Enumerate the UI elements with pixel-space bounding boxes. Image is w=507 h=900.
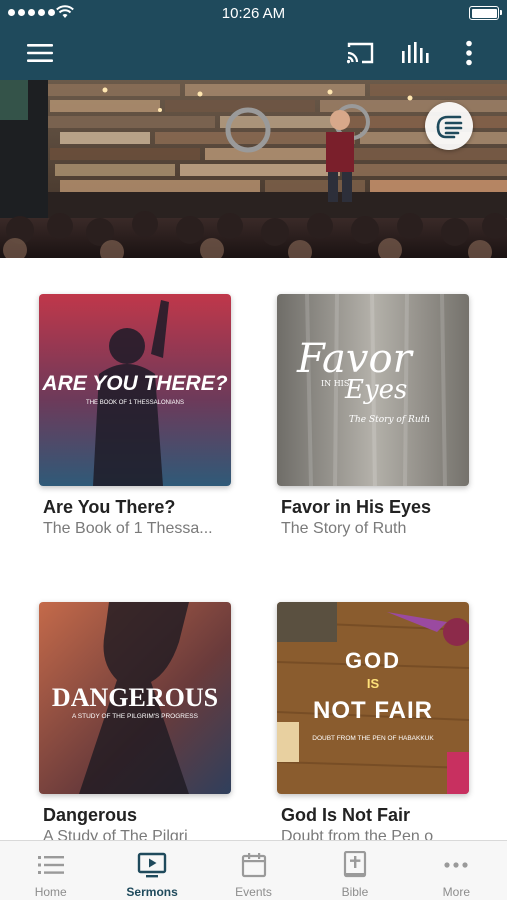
series-title: Dangerous [43, 805, 138, 825]
status-time: 10:26 AM [221, 5, 286, 22]
series-artwork: GOD IS NOT FAIR DOUBT FROM THE PEN OF HA… [277, 602, 469, 794]
status-bar: 10:26 AM [0, 0, 507, 26]
tab-sermons[interactable]: Sermons [101, 841, 202, 900]
art-subtitle: The Story of Ruth [349, 415, 430, 425]
bible-cross-icon [343, 851, 367, 878]
tv-play-icon [137, 852, 167, 878]
art-title: ARE YOU THERE? [41, 372, 227, 395]
art-subtitle: DOUBT FROM THE PEN OF HABAKKUK [312, 735, 434, 742]
horizontal-dots-icon [444, 862, 468, 868]
hand-wave-icon [436, 115, 463, 139]
tab-home[interactable]: Home [0, 841, 101, 900]
tab-label: Home [34, 885, 67, 899]
series-artwork: Favor IN HIS Eyes The Story of Ruth [277, 294, 469, 486]
audio-bars-icon [402, 42, 429, 63]
art-title: DANGEROUS [52, 683, 218, 712]
art-word-is: IS [367, 676, 380, 691]
art-title-3: Eyes [344, 375, 407, 405]
art-subtitle: THE BOOK OF 1 THESSALONIANS [86, 400, 184, 406]
tab-bar: Home Sermons Events Bible More [0, 840, 507, 900]
series-subtitle: The Book of 1 Thessa... [43, 520, 213, 537]
art-word-not-fair: NOT FAIR [313, 697, 433, 724]
top-bar: 10:26 AM [0, 0, 507, 80]
art-word-god: GOD [345, 648, 401, 673]
hand-raise-button[interactable] [425, 102, 473, 150]
series-title: Favor in His Eyes [281, 497, 432, 517]
tab-more[interactable]: More [406, 841, 507, 900]
art-subtitle: A STUDY OF THE PILGRIM'S PROGRESS [72, 713, 199, 720]
vertical-dots-icon [466, 40, 472, 66]
tab-label: Sermons [126, 885, 178, 899]
audio-button[interactable] [396, 26, 436, 80]
tab-label: Bible [341, 885, 369, 899]
tab-bible[interactable]: Bible [304, 841, 405, 900]
hamburger-menu-icon [27, 44, 53, 62]
hero-banner[interactable] [0, 80, 507, 258]
tab-events[interactable]: Events [203, 841, 304, 900]
series-artwork: ARE YOU THERE? THE BOOK OF 1 THESSALONIA… [39, 294, 231, 486]
series-title: God Is Not Fair [281, 805, 411, 825]
tab-label: Events [235, 885, 272, 899]
series-artwork: DANGEROUS A STUDY OF THE PILGRIM'S PROGR… [39, 602, 231, 794]
cast-button[interactable] [340, 26, 380, 80]
cast-icon [346, 42, 374, 64]
navigation-bar [0, 26, 507, 80]
overflow-menu-button[interactable] [452, 26, 486, 80]
calendar-icon [241, 853, 266, 878]
tab-label: More [442, 885, 470, 899]
list-icon [37, 856, 64, 874]
hero-stage-image [0, 80, 507, 258]
series-title: Are You There? [43, 497, 176, 517]
menu-button[interactable] [20, 26, 60, 80]
battery-icon [469, 6, 502, 20]
series-subtitle: The Story of Ruth [281, 520, 407, 537]
